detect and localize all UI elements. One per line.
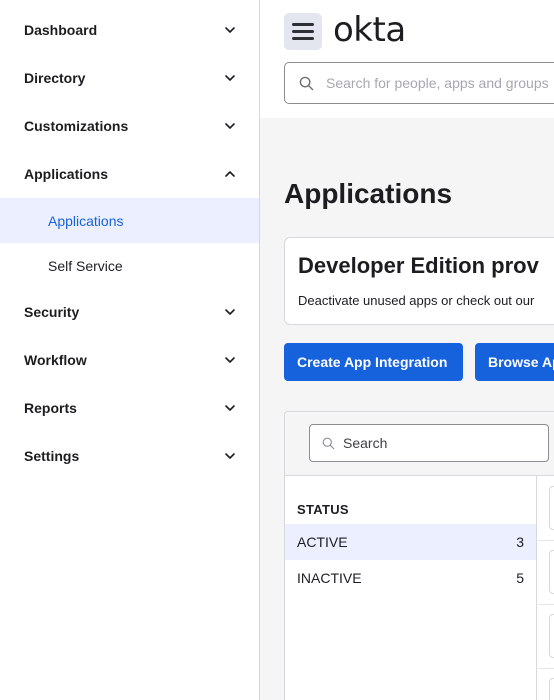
- sidebar-subitem-applications[interactable]: Applications: [0, 198, 259, 243]
- sidebar-item-security[interactable]: Security: [0, 292, 259, 332]
- menu-bar: [292, 30, 314, 33]
- create-app-integration-button[interactable]: Create App Integration: [284, 343, 463, 381]
- main-content: okta Applications Developer Edition prov…: [260, 0, 554, 700]
- app-list-item[interactable]: [549, 550, 554, 594]
- developer-edition-banner: Developer Edition prov Deactivate unused…: [284, 237, 554, 325]
- status-count: 3: [516, 534, 524, 550]
- app-list-item[interactable]: [549, 486, 554, 530]
- sidebar-item-label: Security: [24, 304, 80, 320]
- status-filter: STATUS ACTIVE 3 INACTIVE 5: [285, 476, 537, 700]
- divider: [538, 540, 554, 541]
- status-label: INACTIVE: [297, 570, 362, 586]
- sidebar-item-label: Directory: [24, 70, 86, 86]
- sidebar-item-reports[interactable]: Reports: [0, 388, 259, 428]
- status-count: 5: [516, 570, 524, 586]
- sidebar-item-settings[interactable]: Settings: [0, 436, 259, 476]
- chevron-down-icon: [225, 123, 235, 129]
- sidebar-item-dashboard[interactable]: Dashboard: [0, 10, 259, 50]
- menu-bar: [292, 23, 314, 26]
- okta-logo[interactable]: okta: [333, 10, 406, 50]
- sidebar-subitem-label: Applications: [48, 212, 124, 229]
- sidebar-item-directory[interactable]: Directory: [0, 58, 259, 98]
- hamburger-menu-button[interactable]: [284, 13, 322, 50]
- status-heading: STATUS: [297, 502, 349, 517]
- global-search-box[interactable]: [284, 62, 554, 104]
- sidebar-subitem-self-service[interactable]: Self Service: [0, 243, 259, 288]
- sidebar-item-customizations[interactable]: Customizations: [0, 106, 259, 146]
- page-title: Applications: [284, 178, 453, 209]
- chevron-down-icon: [225, 309, 235, 315]
- search-icon: [322, 437, 335, 449]
- sidebar-item-label: Workflow: [24, 352, 87, 368]
- top-bar: okta: [260, 0, 554, 118]
- divider: [538, 604, 554, 605]
- applications-panel: STATUS ACTIVE 3 INACTIVE 5: [284, 411, 554, 700]
- chevron-down-icon: [225, 453, 235, 459]
- sidebar-item-label: Customizations: [24, 118, 129, 134]
- sidebar-item-label: Dashboard: [24, 22, 98, 38]
- chevron-down-icon: [225, 405, 235, 411]
- status-filter-active[interactable]: ACTIVE 3: [285, 524, 536, 560]
- sidebar-item-label: Applications: [24, 166, 109, 182]
- app-list-item[interactable]: [549, 678, 554, 700]
- browse-app-catalog-button[interactable]: Browse Ap: [475, 343, 554, 381]
- app-search-box[interactable]: [309, 424, 549, 462]
- global-search-input[interactable]: [326, 75, 554, 91]
- sidebar-item-label: Settings: [24, 448, 80, 464]
- chevron-down-icon: [225, 357, 235, 363]
- app-list-item[interactable]: [549, 614, 554, 658]
- divider: [538, 668, 554, 669]
- chevron-down-icon: [225, 27, 235, 33]
- chevron-down-icon: [225, 75, 235, 81]
- panel-header: [285, 412, 554, 476]
- status-label: ACTIVE: [297, 534, 348, 550]
- banner-text: Deactivate unused apps or check out our: [298, 293, 535, 308]
- sidebar: Dashboard Directory Customizations Appli…: [0, 0, 260, 700]
- menu-bar: [292, 37, 314, 40]
- sidebar-item-workflow[interactable]: Workflow: [0, 340, 259, 380]
- banner-title: Developer Edition prov: [298, 253, 539, 278]
- search-icon: [299, 76, 314, 90]
- sidebar-item-applications[interactable]: Applications: [0, 154, 259, 194]
- chevron-up-icon: [225, 171, 235, 177]
- sidebar-item-label: Reports: [24, 400, 77, 416]
- sidebar-subitem-label: Self Service: [48, 257, 123, 274]
- app-search-input[interactable]: [343, 435, 543, 451]
- status-filter-inactive[interactable]: INACTIVE 5: [285, 560, 536, 596]
